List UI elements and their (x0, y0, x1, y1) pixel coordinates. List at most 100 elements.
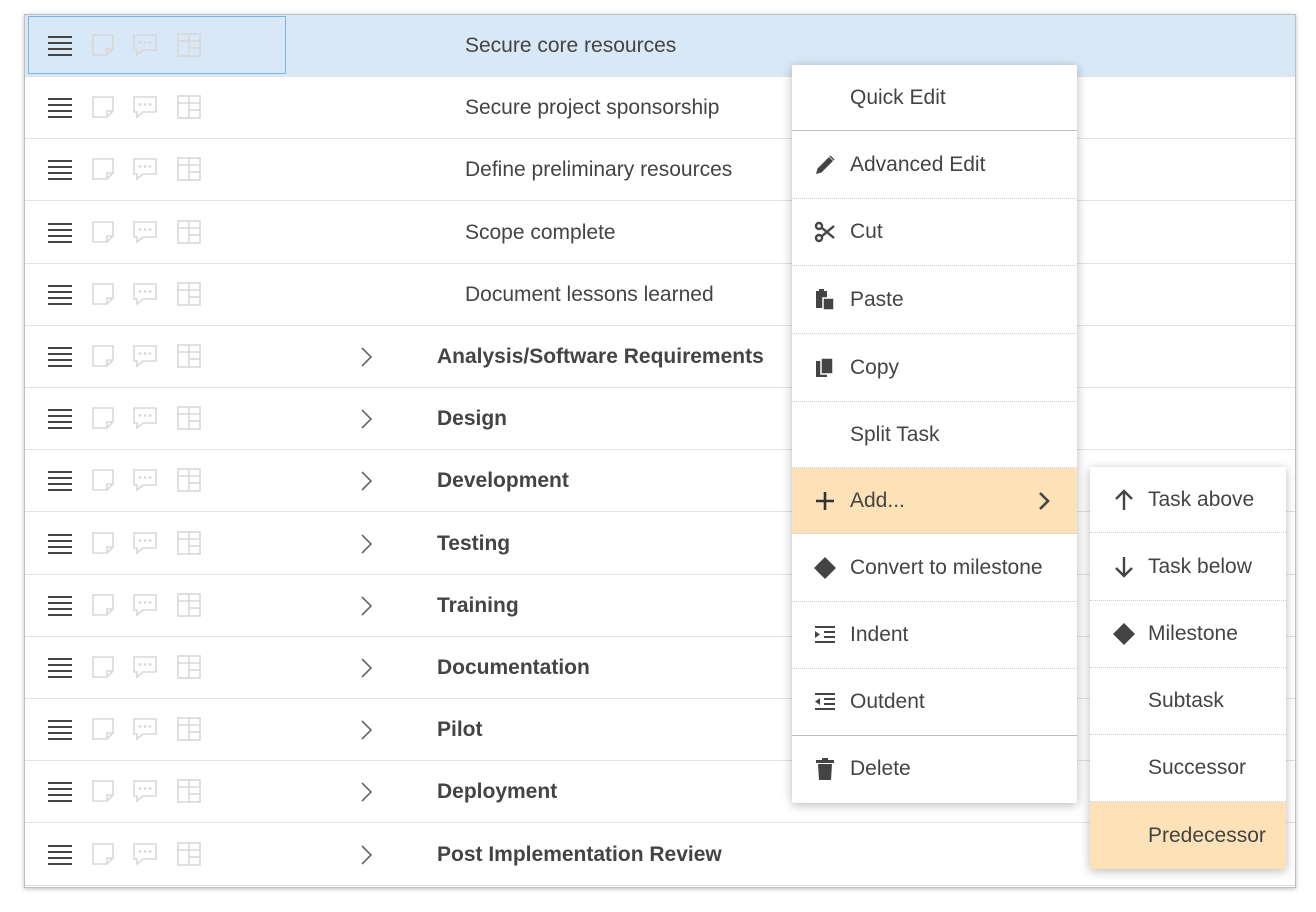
note-icon[interactable] (90, 654, 116, 680)
comment-icon[interactable] (132, 654, 158, 680)
submenu-item-task-above[interactable]: Task above (1090, 467, 1286, 533)
submenu-item-task-below[interactable]: Task below (1090, 533, 1286, 601)
menu-icon[interactable] (47, 281, 73, 307)
details-icon[interactable] (176, 219, 202, 245)
task-name[interactable]: Secure project sponsorship (465, 77, 719, 139)
task-name[interactable]: Pilot (437, 699, 483, 761)
comment-icon[interactable] (132, 343, 158, 369)
details-icon[interactable] (176, 32, 202, 58)
summary-task-row[interactable]: Design (25, 388, 1295, 451)
expand-chevron-icon[interactable] (355, 844, 377, 866)
submenu-item-subtask[interactable]: Subtask (1090, 668, 1286, 735)
task-name[interactable]: Documentation (437, 637, 590, 699)
note-icon[interactable] (90, 281, 116, 307)
task-row[interactable]: Define preliminary resources (25, 139, 1295, 202)
submenu-item-predecessor[interactable]: Predecessor (1090, 802, 1286, 869)
comment-icon[interactable] (132, 405, 158, 431)
comment-icon[interactable] (132, 841, 158, 867)
menu-icon[interactable] (47, 841, 73, 867)
details-icon[interactable] (176, 467, 202, 493)
task-name[interactable]: Analysis/Software Requirements (437, 326, 764, 388)
menu-icon[interactable] (47, 467, 73, 493)
task-name[interactable]: Secure core resources (465, 15, 676, 77)
details-icon[interactable] (176, 841, 202, 867)
note-icon[interactable] (90, 530, 116, 556)
comment-icon[interactable] (132, 32, 158, 58)
note-icon[interactable] (90, 592, 116, 618)
task-row[interactable]: Document lessons learned (25, 264, 1295, 326)
details-icon[interactable] (176, 343, 202, 369)
expand-chevron-icon[interactable] (355, 719, 377, 741)
details-icon[interactable] (176, 94, 202, 120)
menu-icon[interactable] (47, 32, 73, 58)
details-icon[interactable] (176, 654, 202, 680)
menu-icon[interactable] (47, 778, 73, 804)
submenu-item-milestone[interactable]: Milestone (1090, 601, 1286, 668)
task-name[interactable]: Deployment (437, 761, 557, 823)
expand-chevron-icon[interactable] (355, 781, 377, 803)
details-icon[interactable] (176, 592, 202, 618)
expand-chevron-icon[interactable] (355, 595, 377, 617)
expand-chevron-icon[interactable] (355, 408, 377, 430)
context-menu-item-paste[interactable]: Paste (792, 266, 1077, 334)
task-name[interactable]: Post Implementation Review (437, 824, 722, 886)
menu-icon[interactable] (47, 343, 73, 369)
task-row[interactable]: Scope complete (25, 202, 1295, 264)
context-menu-item-copy[interactable]: Copy (792, 334, 1077, 402)
context-menu-item-indent[interactable]: Indent (792, 602, 1077, 669)
note-icon[interactable] (90, 219, 116, 245)
summary-task-row[interactable]: Analysis/Software Requirements (25, 326, 1295, 388)
menu-icon[interactable] (47, 592, 73, 618)
task-name[interactable]: Development (437, 450, 569, 512)
context-menu-item-add[interactable]: Add... (792, 468, 1077, 534)
task-row[interactable]: Secure project sponsorship (25, 77, 1295, 140)
menu-icon[interactable] (47, 530, 73, 556)
submenu-item-successor[interactable]: Successor (1090, 735, 1286, 802)
details-icon[interactable] (176, 156, 202, 182)
note-icon[interactable] (90, 716, 116, 742)
menu-icon[interactable] (47, 654, 73, 680)
context-menu-item-convert-to-milestone[interactable]: Convert to milestone (792, 534, 1077, 602)
details-icon[interactable] (176, 778, 202, 804)
context-menu-item-outdent[interactable]: Outdent (792, 669, 1077, 736)
context-menu-item-split-task[interactable]: Split Task (792, 402, 1077, 468)
menu-icon[interactable] (47, 94, 73, 120)
task-row[interactable]: Secure core resources (25, 15, 1295, 77)
task-name[interactable]: Design (437, 388, 507, 450)
task-name[interactable]: Scope complete (465, 202, 616, 264)
comment-icon[interactable] (132, 592, 158, 618)
details-icon[interactable] (176, 530, 202, 556)
note-icon[interactable] (90, 32, 116, 58)
details-icon[interactable] (176, 716, 202, 742)
context-menu-item-quick-edit[interactable]: Quick Edit (792, 65, 1077, 131)
note-icon[interactable] (90, 778, 116, 804)
comment-icon[interactable] (132, 94, 158, 120)
menu-icon[interactable] (47, 716, 73, 742)
task-name[interactable]: Training (437, 575, 519, 637)
details-icon[interactable] (176, 281, 202, 307)
task-name[interactable]: Testing (437, 513, 510, 575)
menu-icon[interactable] (47, 405, 73, 431)
note-icon[interactable] (90, 343, 116, 369)
comment-icon[interactable] (132, 716, 158, 742)
note-icon[interactable] (90, 405, 116, 431)
expand-chevron-icon[interactable] (355, 470, 377, 492)
note-icon[interactable] (90, 94, 116, 120)
details-icon[interactable] (176, 405, 202, 431)
menu-icon[interactable] (47, 156, 73, 182)
note-icon[interactable] (90, 841, 116, 867)
task-name[interactable]: Define preliminary resources (465, 139, 732, 201)
comment-icon[interactable] (132, 778, 158, 804)
comment-icon[interactable] (132, 530, 158, 556)
expand-chevron-icon[interactable] (355, 657, 377, 679)
note-icon[interactable] (90, 467, 116, 493)
comment-icon[interactable] (132, 156, 158, 182)
comment-icon[interactable] (132, 467, 158, 493)
comment-icon[interactable] (132, 281, 158, 307)
context-menu-item-advanced-edit[interactable]: Advanced Edit (792, 131, 1077, 199)
context-menu-item-cut[interactable]: Cut (792, 199, 1077, 266)
expand-chevron-icon[interactable] (355, 346, 377, 368)
comment-icon[interactable] (132, 219, 158, 245)
expand-chevron-icon[interactable] (355, 533, 377, 555)
menu-icon[interactable] (47, 219, 73, 245)
